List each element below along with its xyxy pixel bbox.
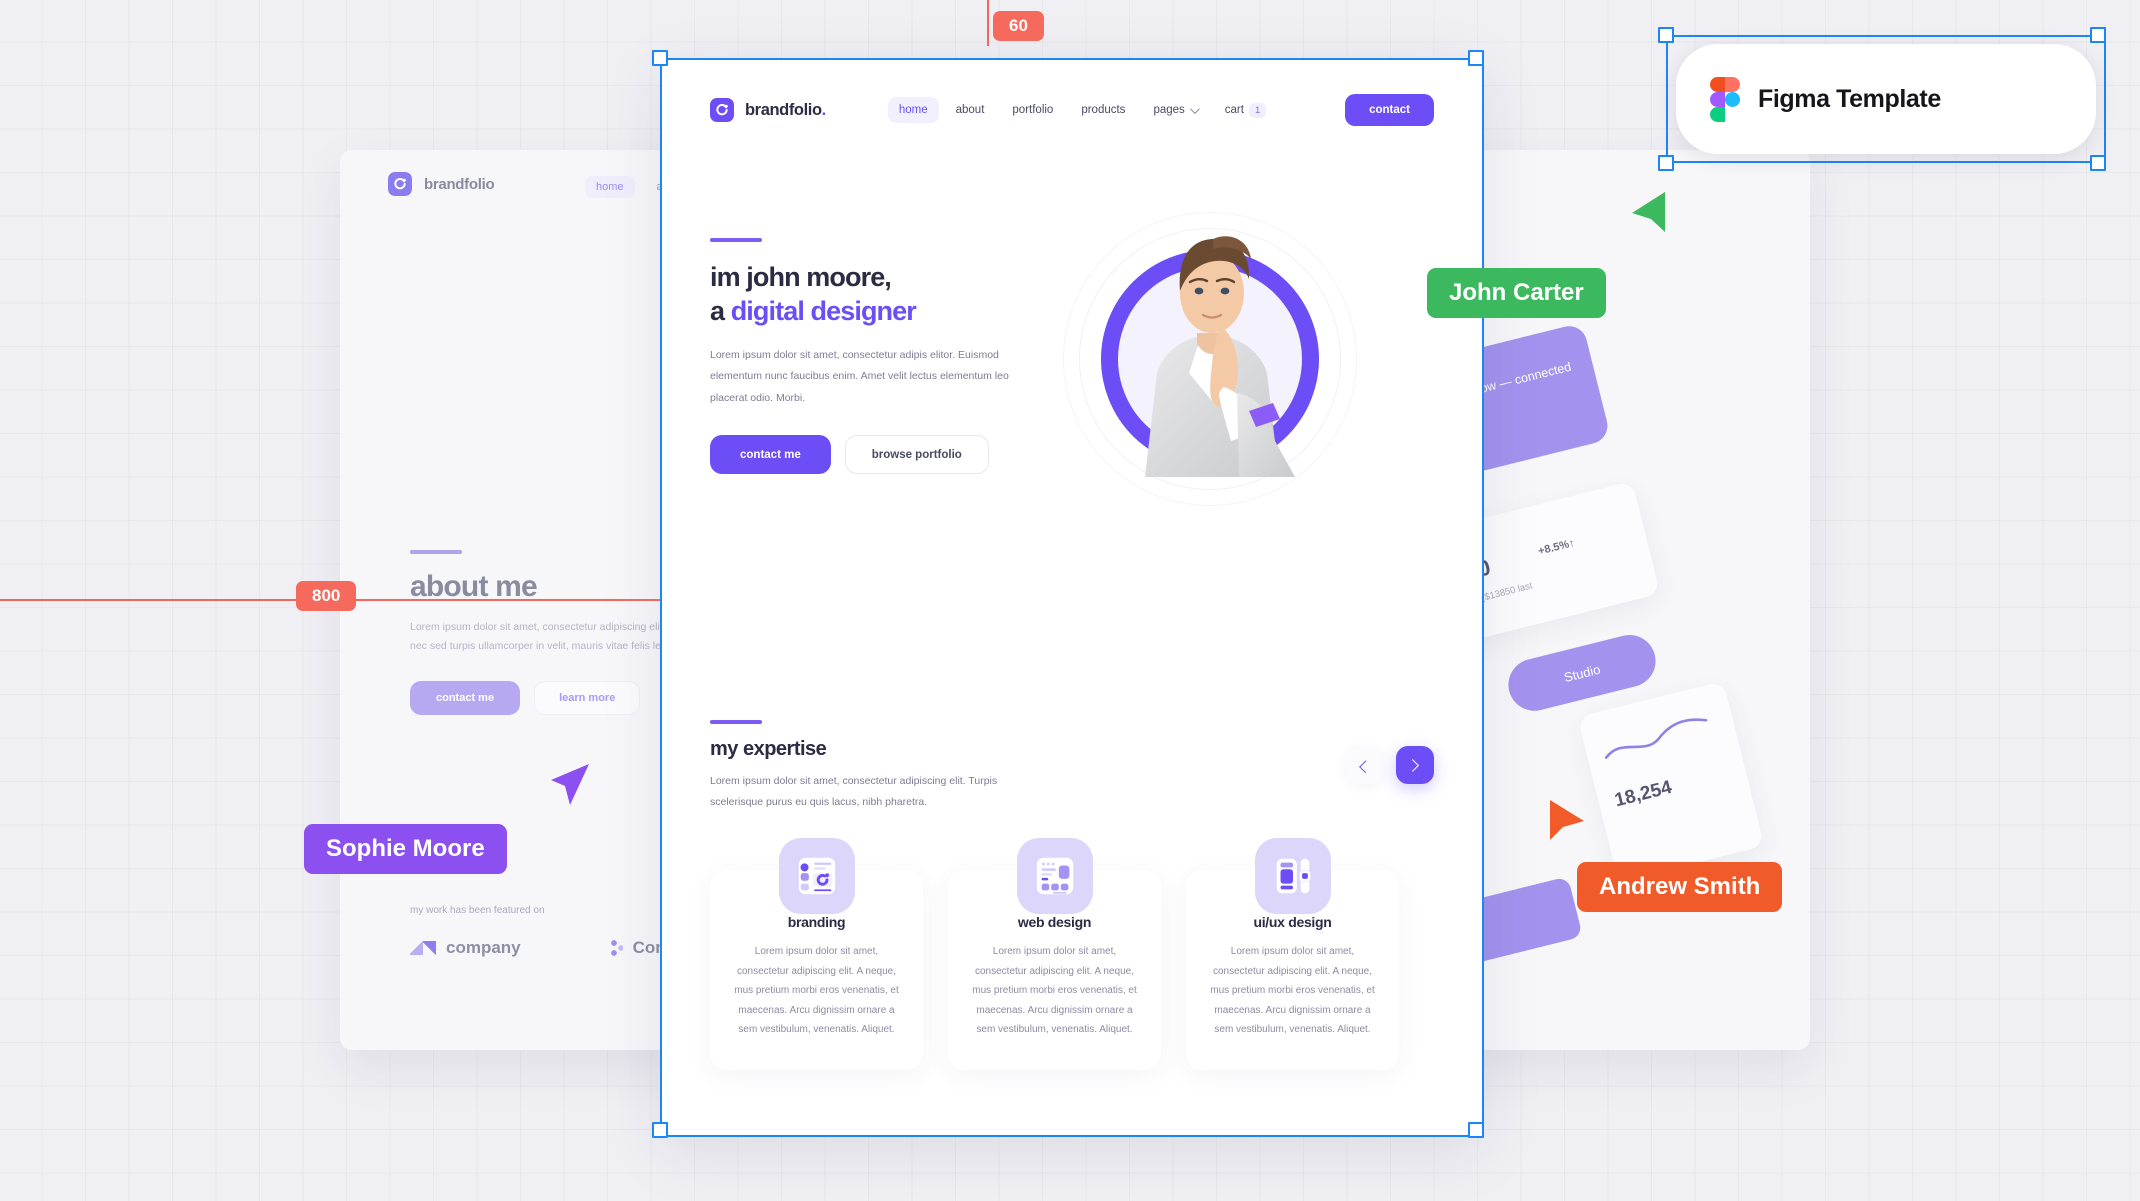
left-contact-me-button[interactable]: contact me <box>410 680 521 715</box>
hero-title-line1: im john moore, <box>710 262 892 292</box>
uiux-design-glyph <box>1276 858 1311 894</box>
cursor-label-sophie-moore: Sophie Moore <box>304 824 507 874</box>
sparkline-icon <box>1604 718 1708 759</box>
expertise-section: my expertise Lorem ipsum dolor sit amet,… <box>710 720 1434 813</box>
nav-item-products[interactable]: products <box>1070 97 1136 123</box>
card-title-branding: branding <box>787 914 846 930</box>
left-accent-bar <box>410 550 462 554</box>
figma-template-label: Figma Template <box>1758 84 1941 113</box>
web-design-icon <box>1016 838 1093 914</box>
chevron-left-icon <box>1358 760 1372 773</box>
hero-title: im john moore, a digital designer <box>710 260 1040 329</box>
left-page-logo-text: brandfolio <box>424 175 495 193</box>
left-menu-item-home[interactable]: home <box>585 176 635 198</box>
statistics-delta: +8.5%↑ <box>1536 537 1576 558</box>
branding-glyph <box>798 857 835 895</box>
expertise-card-web-design[interactable]: web design Lorem ipsum dolor sit amet, c… <box>948 838 1161 1070</box>
uiux-design-icon <box>1254 838 1331 914</box>
brand-logo[interactable]: brandfolio. <box>710 98 826 122</box>
hero-accent-bar <box>710 238 762 242</box>
card-desc-uiux-design: Lorem ipsum dolor sit amet, consectetur … <box>1210 946 1375 1035</box>
brandfolio-logo-icon <box>388 172 412 196</box>
brand-name: brandfolio. <box>745 100 826 119</box>
brandfolio-logo-icon <box>710 98 734 122</box>
card-title-web-design: web design <box>1017 914 1092 930</box>
horizontal-guide-badge: 800 <box>296 581 357 611</box>
figma-badge-handle-bottom-left[interactable] <box>1658 155 1674 171</box>
selected-artboard[interactable]: brandfolio. home about portfolio product… <box>662 60 1482 1135</box>
branding-icon <box>778 838 855 914</box>
left-page-logo: brandfolio <box>388 172 495 196</box>
chevron-right-icon <box>1405 758 1419 772</box>
metric-value: 18,254 <box>1612 776 1674 812</box>
card-desc-branding: Lorem ipsum dolor sit amet, consectetur … <box>734 946 899 1035</box>
contact-me-button[interactable]: contact me <box>710 435 831 475</box>
carousel-next-button[interactable] <box>1396 746 1434 784</box>
carousel-prev-button[interactable] <box>1346 746 1384 784</box>
expertise-card-branding[interactable]: branding Lorem ipsum dolor sit amet, con… <box>710 838 923 1070</box>
left-learn-more-button[interactable]: learn more <box>534 680 641 715</box>
figma-canvas[interactable]: brandfolio home about portfolio about me… <box>0 0 2140 1201</box>
cursor-arrow-icon <box>1550 800 1584 840</box>
card-desc-web-design: Lorem ipsum dolor sit amet, consectetur … <box>972 946 1137 1035</box>
figma-badge-handle-top-right[interactable] <box>2090 27 2106 43</box>
figma-badge-handle-bottom-right[interactable] <box>2090 155 2106 171</box>
vertical-guide-line <box>987 0 989 46</box>
selection-handle-bottom-left[interactable] <box>652 1122 668 1138</box>
company-logo-1: company <box>410 938 521 958</box>
hero-title-highlight: digital designer <box>730 296 917 327</box>
nav-menu: home about portfolio products pages cart… <box>887 96 1277 125</box>
selection-handle-top-left[interactable] <box>652 50 668 66</box>
hero-section: im john moore, a digital designer Lorem … <box>710 238 1040 475</box>
cart-count-badge: 1 <box>1248 102 1267 118</box>
browse-portfolio-button[interactable]: browse portfolio <box>844 435 989 475</box>
web-design-glyph <box>1036 857 1073 895</box>
chevron-down-icon <box>1189 103 1200 114</box>
hero-title-prefix: a <box>710 296 731 327</box>
selection-handle-bottom-right[interactable] <box>1468 1122 1484 1138</box>
cursor-label-andrew-smith: Andrew Smith <box>1577 862 1783 912</box>
diamond-icon <box>410 941 436 955</box>
nav-item-cart[interactable]: cart 1 <box>1214 96 1277 125</box>
nav-item-pages[interactable]: pages <box>1142 97 1207 123</box>
contact-button[interactable]: contact <box>1345 94 1434 126</box>
metric-card: 18,254 <box>1577 680 1765 883</box>
hero-buttons: contact me browse portfolio <box>710 435 1040 475</box>
cursor-label-john-carter: John Carter <box>1427 268 1606 318</box>
expertise-cards: branding Lorem ipsum dolor sit amet, con… <box>710 838 1399 1070</box>
navbar: brandfolio. home about portfolio product… <box>710 88 1434 132</box>
figma-badge-handle-top-left[interactable] <box>1658 27 1674 43</box>
vertical-guide-badge: 60 <box>993 11 1044 41</box>
figma-logo-icon <box>1710 77 1740 122</box>
cursor-arrow-icon <box>1632 192 1665 232</box>
expertise-accent-bar <box>710 720 762 724</box>
nav-item-home[interactable]: home <box>887 97 939 123</box>
carousel-controls <box>1346 746 1434 784</box>
expertise-paragraph: Lorem ipsum dolor sit amet, consectetur … <box>710 775 998 808</box>
selection-handle-top-right[interactable] <box>1468 50 1484 66</box>
nav-item-about[interactable]: about <box>945 97 996 123</box>
dots-icon <box>610 940 623 956</box>
company-logo-1-text: company <box>446 938 521 957</box>
hero-portrait <box>1057 200 1357 520</box>
figma-template-badge[interactable]: Figma Template <box>1676 44 2096 154</box>
portrait-image <box>1145 236 1295 477</box>
cursor-arrow-icon <box>551 764 589 805</box>
card-title-uiux-design: ui/ux design <box>1253 914 1332 930</box>
hero-paragraph: Lorem ipsum dolor sit amet, consectetur … <box>710 348 1009 404</box>
nav-item-portfolio[interactable]: portfolio <box>1001 97 1064 123</box>
expertise-heading: my expertise <box>710 738 827 760</box>
expertise-card-uiux-design[interactable]: ui/ux design Lorem ipsum dolor sit amet,… <box>1186 838 1399 1070</box>
